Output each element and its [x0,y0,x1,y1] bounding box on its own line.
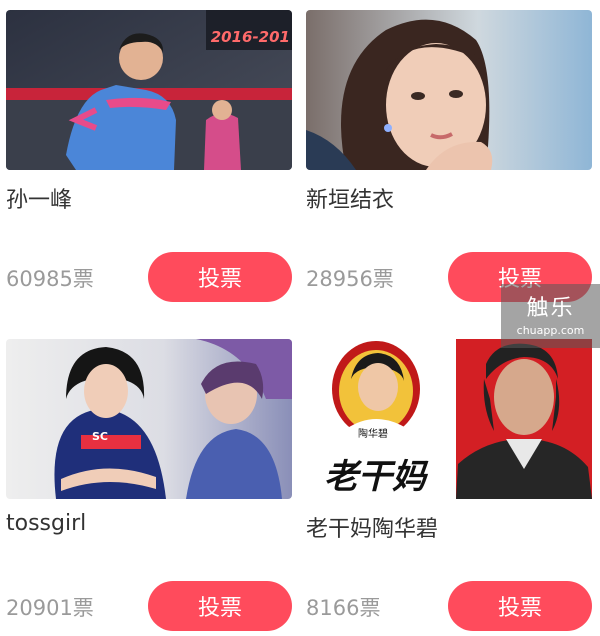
vote-count: 20901票 [6,596,94,620]
vote-count: 60985票 [6,267,94,291]
candidate-name: 新垣结衣 [306,188,395,213]
watermark-title: 触乐 [526,296,575,321]
candidate-photo: 陶华碧 老干妈 [306,339,592,499]
candidate-photo: 2016-201 [6,10,292,170]
laoganma-logo-text: 老干妈 [324,457,426,497]
candidate-card-sun-yifeng: 2016-201 孙一峰 60985票 投票 [6,10,292,310]
vote-count: 8166票 [306,596,381,620]
candidate-name: 孙一峰 [6,188,73,213]
vote-button[interactable]: 投票 [148,252,292,302]
candidate-card-tossgirl: SC tossgirl 20901票 投票 [6,339,292,631]
photo-banner-text: 2016-201 [210,28,290,46]
candidate-photo [306,10,592,170]
vote-count: 28956票 [306,267,394,291]
photo-jersey-text: SC [92,430,108,443]
vote-button[interactable]: 投票 [148,581,292,631]
candidate-photo: SC [6,339,292,499]
candidate-card-aragaki-yui: 新垣结衣 28956票 投票 [306,10,592,310]
vote-button[interactable]: 投票 [448,581,592,631]
candidate-name: tossgirl [6,511,87,536]
candidate-card-tao-huabi: 陶华碧 老干妈 老干妈陶华碧 8166票 投票 [306,339,592,631]
logo-name-text: 陶华碧 [358,429,388,440]
chuapp-watermark: 触乐 chuapp.com [501,284,600,348]
candidate-name: 老干妈陶华碧 [306,517,439,542]
watermark-url: chuapp.com [516,324,585,337]
